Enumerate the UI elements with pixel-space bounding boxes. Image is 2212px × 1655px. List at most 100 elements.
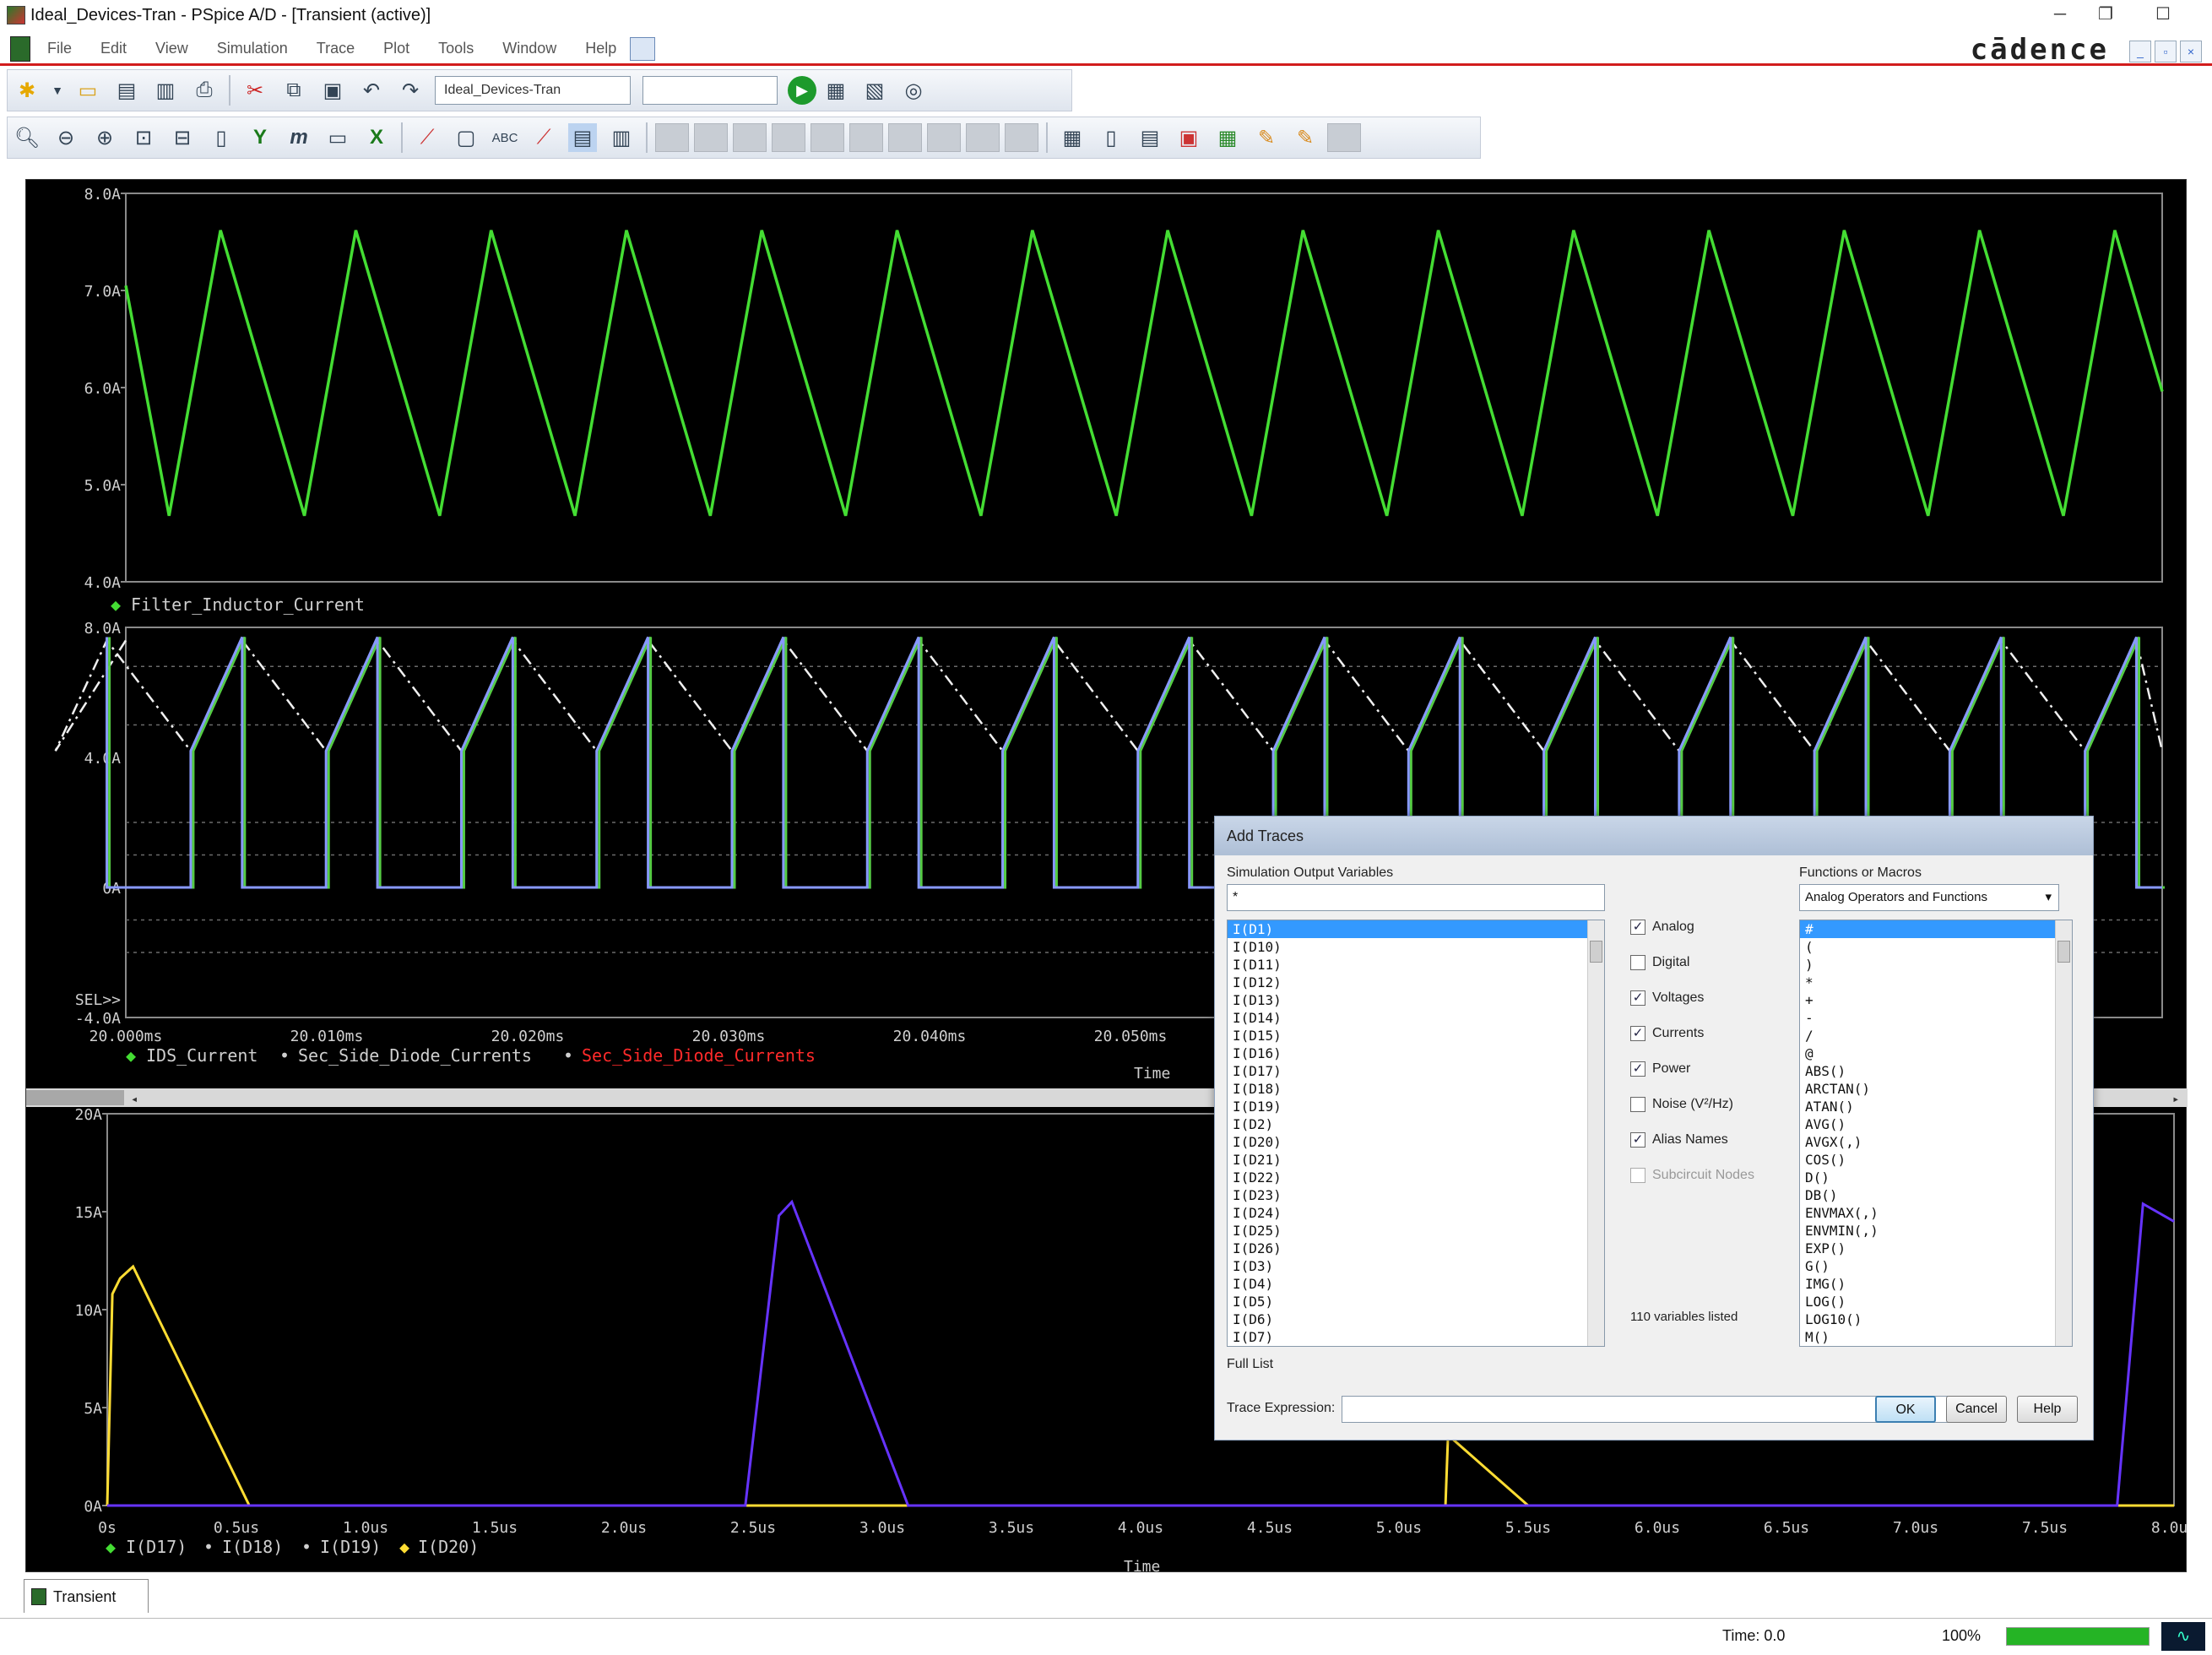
- add-trace-icon[interactable]: ▭: [323, 123, 352, 152]
- cancel-button[interactable]: Cancel: [1946, 1396, 2007, 1423]
- checkbox-digital[interactable]: Digital: [1630, 955, 1689, 970]
- function-list-item[interactable]: +: [1800, 991, 2072, 1009]
- excel-export-icon[interactable]: X: [362, 123, 391, 152]
- scroll-left-arrow-icon[interactable]: ◂: [131, 1093, 138, 1106]
- function-list-item[interactable]: MAX(): [1800, 1346, 2072, 1347]
- tab-transient[interactable]: Transient: [24, 1579, 149, 1613]
- variable-list-item[interactable]: I(D13): [1228, 991, 1604, 1009]
- variable-filter-input[interactable]: *: [1227, 884, 1605, 911]
- zoom-area-icon[interactable]: ⊕: [90, 123, 119, 152]
- plot-filter-inductor-current[interactable]: 8.0A 7.0A 6.0A 5.0A 4.0A ◆ Filter_Inductor_C…: [84, 186, 2164, 615]
- variable-list-item[interactable]: I(D20): [1228, 1133, 1604, 1151]
- view-output-file-icon[interactable]: ▧: [860, 76, 889, 105]
- variable-list-item[interactable]: I(D23): [1228, 1186, 1604, 1204]
- zoom-out-icon[interactable]: ⊖: [52, 123, 80, 152]
- function-list-item[interactable]: LOG10(): [1800, 1310, 2072, 1328]
- variable-list-item[interactable]: I(D25): [1228, 1222, 1604, 1240]
- zoom-fit-icon[interactable]: ⊡: [129, 123, 158, 152]
- new-icon[interactable]: ✱: [13, 76, 41, 105]
- function-list-item[interactable]: ATAN(): [1800, 1098, 2072, 1115]
- chevron-down-icon[interactable]: ▾: [2045, 885, 2052, 910]
- checkbox-analog[interactable]: ✓ Analog: [1630, 920, 1694, 935]
- minimize-button[interactable]: ─: [2041, 2, 2079, 27]
- plot3-legend-d20[interactable]: I(D20): [418, 1537, 479, 1557]
- cut-icon[interactable]: ✂: [241, 76, 269, 105]
- cursor-search-icon[interactable]: [849, 123, 883, 152]
- paste-icon[interactable]: ▣: [318, 76, 347, 105]
- checkbox-alias-names[interactable]: ✓ Alias Names: [1630, 1132, 1728, 1148]
- save-icon[interactable]: ▥: [151, 76, 180, 105]
- functions-scrollbar[interactable]: [2055, 920, 2072, 1346]
- plot2-legend-sec-diode-a[interactable]: Sec_Side_Diode_Currents: [298, 1045, 532, 1066]
- cursor-point-icon[interactable]: [811, 123, 844, 152]
- copy-to-clipboard-icon[interactable]: ▦: [1058, 123, 1087, 152]
- function-list-item[interactable]: ): [1800, 956, 2072, 974]
- function-list-item[interactable]: ARCTAN(): [1800, 1080, 2072, 1098]
- checkbox-power[interactable]: ✓ Power: [1630, 1061, 1690, 1077]
- variable-list-item[interactable]: I(D10): [1228, 938, 1604, 956]
- function-list-item[interactable]: D(): [1800, 1169, 2072, 1186]
- cursor-prev-transition-icon[interactable]: [927, 123, 961, 152]
- variable-list-item[interactable]: I(D21): [1228, 1151, 1604, 1169]
- function-list-item[interactable]: IMG(): [1800, 1275, 2072, 1293]
- variable-list-item[interactable]: I(D12): [1228, 974, 1604, 991]
- function-list-item[interactable]: (: [1800, 938, 2072, 956]
- variables-scrollbar[interactable]: [1587, 920, 1604, 1346]
- log-x-axis-icon[interactable]: ⊟: [168, 123, 197, 152]
- scroll-right-arrow-icon[interactable]: ▸: [2172, 1093, 2179, 1106]
- checkbox-currents[interactable]: ✓ Currents: [1630, 1026, 1704, 1041]
- function-list-item[interactable]: ENVMAX(,): [1800, 1204, 2072, 1222]
- variable-list-item[interactable]: I(D4): [1228, 1275, 1604, 1293]
- variable-list-item[interactable]: I(D5): [1228, 1293, 1604, 1310]
- checkbox-box[interactable]: ✓: [1630, 990, 1645, 1006]
- plot3-legend-d17[interactable]: I(D17): [126, 1537, 187, 1557]
- add-traces-dialog[interactable]: Add Traces Simulation Output Variables *…: [1214, 816, 2094, 1441]
- menu-help[interactable]: Help: [585, 40, 616, 57]
- function-list-item[interactable]: -: [1800, 1009, 2072, 1027]
- redo-icon[interactable]: ↷: [396, 76, 425, 105]
- toggle-grid-icon[interactable]: ▯: [1097, 123, 1125, 152]
- variable-list-item[interactable]: I(D7): [1228, 1328, 1604, 1346]
- mdi-restore-button[interactable]: ▫: [2155, 41, 2177, 62]
- function-list-item[interactable]: AVG(): [1800, 1115, 2072, 1133]
- run-simulation-button[interactable]: ▶: [788, 76, 816, 105]
- checkbox-noise-v-hz[interactable]: Noise (V²/Hz): [1630, 1097, 1733, 1112]
- variables-listbox[interactable]: I(D1) I(D10) I(D11) I(D12) I(D13) I(D14) I(D15…: [1227, 920, 1605, 1347]
- open-folder-icon[interactable]: ▭: [73, 76, 102, 105]
- plot1-legend-label[interactable]: Filter_Inductor_Current: [131, 594, 365, 615]
- variable-list-item[interactable]: I(D2): [1228, 1115, 1604, 1133]
- restore-button[interactable]: ❐: [2087, 2, 2124, 27]
- functions-listbox[interactable]: #() * + - / @ ABS() ARCTAN() ATAN() AVG() AVGX(,) C…: [1799, 920, 2073, 1347]
- open-file-icon[interactable]: ▤: [112, 76, 141, 105]
- checkbox-box[interactable]: ✓: [1630, 920, 1645, 935]
- add-plot-icon[interactable]: ▢: [452, 123, 480, 152]
- cursor-trough-icon[interactable]: [655, 123, 689, 152]
- variable-list-item[interactable]: I(D18): [1228, 1080, 1604, 1098]
- variable-list-item[interactable]: I(D6): [1228, 1310, 1604, 1328]
- view-simulation-results-icon[interactable]: ▦: [821, 76, 850, 105]
- variables-scroll-thumb[interactable]: [1590, 941, 1602, 963]
- checkbox-box[interactable]: [1630, 1097, 1645, 1112]
- variable-list-item[interactable]: I(D26): [1228, 1240, 1604, 1257]
- functions-scroll-thumb[interactable]: [2057, 941, 2070, 963]
- variable-list-item[interactable]: I(D16): [1228, 1045, 1604, 1062]
- find-marker-icon[interactable]: ✎: [1291, 123, 1320, 152]
- mark-label-icon[interactable]: [966, 123, 1000, 152]
- print-icon[interactable]: ⎙: [190, 76, 219, 105]
- splitter-thumb[interactable]: [26, 1090, 124, 1105]
- dialog-title[interactable]: Add Traces: [1215, 817, 2093, 855]
- cursor-max-icon[interactable]: [772, 123, 805, 152]
- fourier-icon[interactable]: ▯: [207, 123, 236, 152]
- function-list-item[interactable]: COS(): [1800, 1151, 2072, 1169]
- checkbox-box[interactable]: ✓: [1630, 1132, 1645, 1148]
- checkbox-box[interactable]: ✓: [1630, 1061, 1645, 1077]
- function-list-item[interactable]: ENVMIN(,): [1800, 1222, 2072, 1240]
- cursor-slope-icon[interactable]: [694, 123, 728, 152]
- maximize-button[interactable]: ☐: [2144, 2, 2182, 27]
- log-y-axis-icon[interactable]: Y: [246, 123, 274, 152]
- menu-view[interactable]: View: [155, 40, 188, 57]
- view-netlist-icon[interactable]: ▤: [1136, 123, 1164, 152]
- menu-edit[interactable]: Edit: [100, 40, 127, 57]
- variable-list-item[interactable]: I(D24): [1228, 1204, 1604, 1222]
- plot3-legend-d19[interactable]: I(D19): [320, 1537, 381, 1557]
